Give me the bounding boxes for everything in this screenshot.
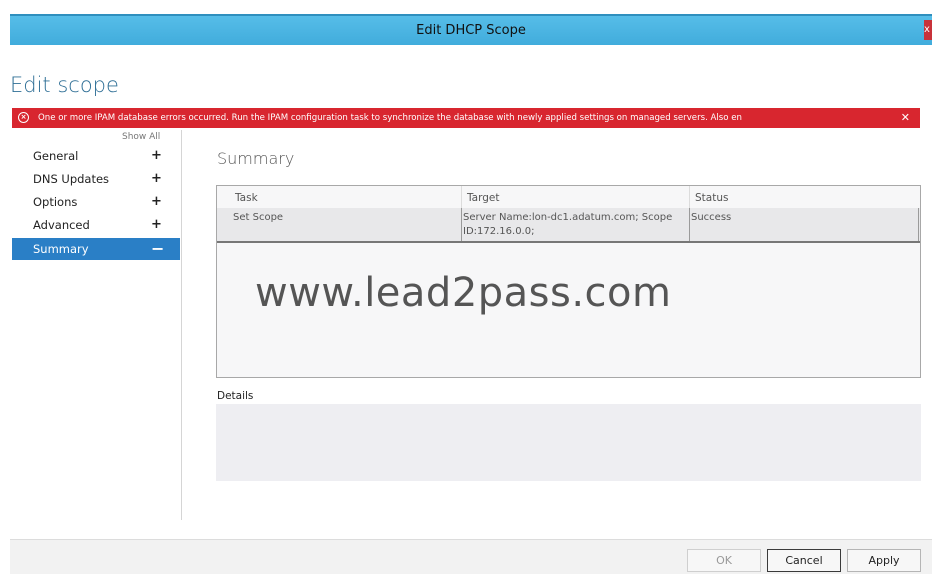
column-header-task[interactable]: Task — [235, 192, 258, 204]
sidebar-item-summary[interactable]: Summary − — [12, 238, 180, 260]
error-icon: × — [18, 112, 29, 123]
show-all-link[interactable]: Show All — [122, 132, 160, 142]
window-title: Edit DHCP Scope — [416, 23, 526, 38]
collapse-icon[interactable]: − — [151, 238, 164, 260]
section-title: Summary — [217, 149, 295, 168]
expand-icon[interactable]: + — [151, 145, 162, 167]
sidebar-item-dns-updates[interactable]: DNS Updates + — [12, 168, 180, 190]
cancel-button[interactable]: Cancel — [767, 549, 841, 572]
sidebar-item-advanced[interactable]: Advanced + — [12, 214, 180, 236]
page-title: Edit scope — [10, 73, 119, 97]
status-cell: Success — [691, 212, 732, 223]
details-label: Details — [217, 390, 254, 402]
sidebar-item-label: Summary — [33, 242, 89, 256]
sidebar-item-label: DNS Updates — [33, 172, 110, 186]
sidebar-item-label: Options — [33, 195, 78, 209]
cell-divider — [918, 208, 919, 241]
task-cell: Set Scope — [233, 212, 284, 223]
sidebar-item-label: Advanced — [33, 218, 90, 232]
expand-icon[interactable]: + — [151, 168, 162, 190]
window-close-button[interactable]: x — [924, 20, 932, 40]
apply-button[interactable]: Apply — [847, 549, 921, 572]
column-header-target[interactable]: Target — [467, 192, 499, 204]
sidebar-divider — [181, 130, 182, 520]
dismiss-error-button[interactable]: ✕ — [901, 108, 910, 128]
watermark-text: www.lead2pass.com — [255, 270, 672, 316]
sidebar-item-label: General — [33, 149, 79, 163]
error-banner: × One or more IPAM database errors occur… — [12, 108, 920, 128]
ok-button[interactable]: OK — [687, 549, 761, 572]
sidebar-item-options[interactable]: Options + — [12, 191, 180, 213]
cell-divider — [461, 208, 462, 241]
cell-divider — [689, 208, 690, 241]
column-header-status[interactable]: Status — [695, 192, 728, 204]
sidebar-item-general[interactable]: General + — [12, 145, 180, 167]
column-divider[interactable] — [461, 186, 462, 208]
target-cell-line1: Server Name:lon-dc1.adatum.com; Scope — [463, 212, 673, 223]
window-titlebar: Edit DHCP Scope x — [10, 14, 932, 45]
table-row[interactable]: Set Scope Server Name:lon-dc1.adatum.com… — [217, 208, 920, 243]
target-cell-line2: ID:172.16.0.0; — [463, 226, 535, 237]
error-message: One or more IPAM database errors occurre… — [38, 113, 743, 123]
column-divider[interactable] — [689, 186, 690, 208]
details-panel — [216, 404, 921, 481]
expand-icon[interactable]: + — [151, 214, 162, 236]
expand-icon[interactable]: + — [151, 191, 162, 213]
